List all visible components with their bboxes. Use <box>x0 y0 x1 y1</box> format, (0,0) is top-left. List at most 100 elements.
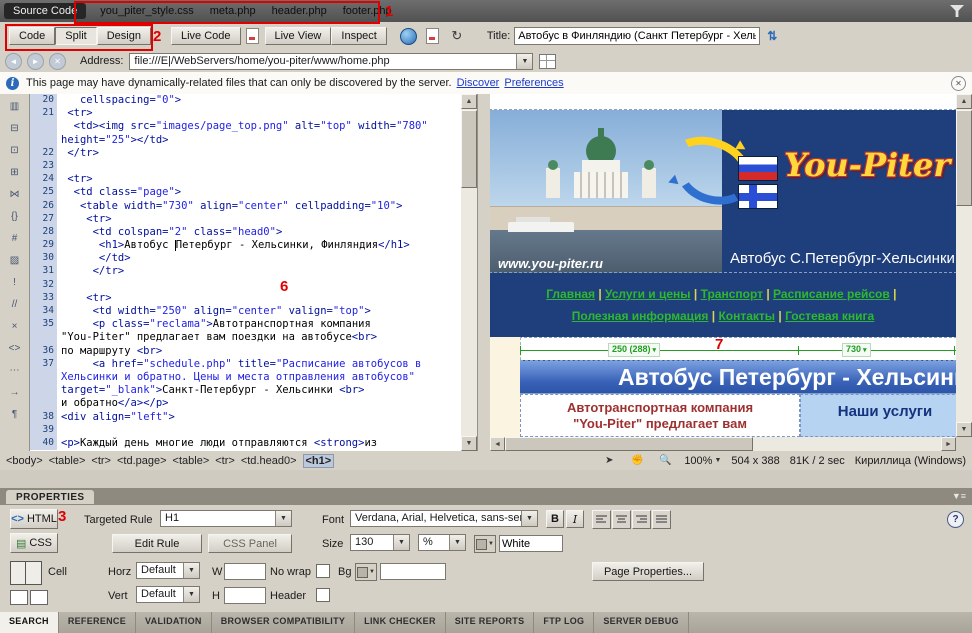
tag-selector-item[interactable]: <table> <box>49 455 86 467</box>
cell-height-input[interactable] <box>224 587 266 604</box>
live-view-options-icon[interactable] <box>539 54 556 69</box>
results-tab-server-debug[interactable]: SERVER DEBUG <box>594 612 688 633</box>
code-line[interactable]: 28 <td colspan="2" class="head0"> <box>30 226 461 239</box>
zoom-level-dropdown[interactable]: 100% ▼ <box>684 455 721 467</box>
code-line[interactable]: 21 <tr> <box>30 107 461 120</box>
recent-snippets-icon[interactable]: ⋯ <box>5 362 25 378</box>
live-view-button[interactable]: Live View <box>265 27 332 45</box>
remove-comment-icon[interactable]: × <box>5 318 25 334</box>
code-line[interactable]: 26 <table width="730" align="center" cel… <box>30 200 461 213</box>
dropdown-arrow-icon[interactable]: ▼ <box>183 563 199 578</box>
related-file-tab[interactable]: you_piter_style.css <box>100 5 194 17</box>
tag-selector-item[interactable]: <tr> <box>91 455 111 467</box>
design-view-button[interactable]: Design <box>97 27 151 45</box>
text-color-input[interactable] <box>499 535 563 552</box>
dropdown-arrow-icon[interactable]: ▼ <box>449 535 465 550</box>
italic-button[interactable]: I <box>566 510 584 528</box>
site-nav-link[interactable]: Гостевая книга <box>785 309 874 323</box>
dropdown-arrow-icon[interactable]: ▼ <box>393 535 409 550</box>
code-line[interactable]: 32 <box>30 279 461 292</box>
code-vertical-scrollbar[interactable]: ▲ ▼ <box>461 94 477 451</box>
tag-selector-item[interactable]: <h1> <box>303 454 335 468</box>
forward-icon[interactable]: ► <box>27 53 44 70</box>
code-line[interactable]: height="25"></td> <box>30 134 461 147</box>
related-file-tab[interactable]: footer.php <box>343 5 392 17</box>
scroll-down-icon[interactable]: ▼ <box>461 436 477 451</box>
results-tab-site-reports[interactable]: SITE REPORTS <box>446 612 535 633</box>
validate-markup-icon[interactable] <box>424 27 442 45</box>
close-info-bar-icon[interactable]: ✕ <box>951 76 966 91</box>
site-nav-link[interactable]: Главная <box>546 287 595 301</box>
code-line[interactable]: "You-Piter" предлагает вам поездки на ав… <box>30 331 461 344</box>
site-h1-banner[interactable]: Автобус Петербург - Хельсинки <box>520 360 956 394</box>
align-left-icon[interactable] <box>592 510 611 529</box>
css-mode-button[interactable]: ▤ CSS <box>10 533 58 553</box>
promo-cell[interactable]: Автотранспортная компания "You-Piter" пр… <box>520 394 800 437</box>
code-line[interactable]: и обратно</a></p> <box>30 397 461 410</box>
back-icon[interactable]: ◄ <box>5 53 22 70</box>
address-combobox[interactable]: file:///E|/WebServers/home/you-piter/www… <box>129 53 533 70</box>
hand-tool-icon[interactable]: ✊ <box>628 452 646 469</box>
dropdown-arrow-icon[interactable]: ▼ <box>521 511 537 526</box>
tag-selector-item[interactable]: <body> <box>6 455 43 467</box>
design-hscrollbar-thumb[interactable] <box>505 437 753 451</box>
tag-selector-item[interactable]: <td.head0> <box>241 455 297 467</box>
collapse-selection-icon[interactable]: ⊡ <box>5 142 25 158</box>
dropdown-arrow-icon[interactable]: ▼ <box>275 511 291 526</box>
split-cell-icon[interactable] <box>30 590 48 605</box>
results-tab-validation[interactable]: VALIDATION <box>136 612 212 633</box>
inspect-button[interactable]: Inspect <box>331 27 386 45</box>
font-dropdown[interactable]: Verdana, Arial, Helvetica, sans-serif ▼ <box>350 510 538 527</box>
bold-button[interactable]: B <box>546 510 564 528</box>
page-properties-button[interactable]: Page Properties... <box>592 562 704 581</box>
live-code-button[interactable]: Live Code <box>171 27 241 45</box>
line-numbers-icon[interactable]: # <box>5 230 25 246</box>
code-line[interactable]: 38<div align="left"> <box>30 411 461 424</box>
preferences-link[interactable]: Preferences <box>504 77 563 89</box>
window-size-value[interactable]: 504 x 388 <box>731 455 779 467</box>
code-line[interactable]: Хельсинки и обратно. Цены и места отправ… <box>30 371 461 384</box>
column-width-menu[interactable]: 250 (288) <box>608 343 660 357</box>
related-file-tab[interactable]: header.php <box>272 5 327 17</box>
balance-braces-icon[interactable]: {} <box>5 208 25 224</box>
code-line[interactable]: 29 <h1>Автобус Петербург - Хельсинки, Фи… <box>30 239 461 252</box>
site-nav-link[interactable]: Транспорт <box>701 287 763 301</box>
open-documents-icon[interactable]: ▥ <box>5 98 25 114</box>
css-panel-button[interactable]: CSS Panel <box>208 534 292 553</box>
size-dropdown[interactable]: 130 ▼ <box>350 534 410 551</box>
code-line[interactable]: 23 <box>30 160 461 173</box>
code-lines[interactable]: 20 cellspacing="0">21 <tr> <td><img src=… <box>30 94 461 450</box>
split-view-button[interactable]: Split <box>55 27 96 45</box>
results-tab-ftp-log[interactable]: FTP LOG <box>534 612 594 633</box>
tag-selector-item[interactable]: <tr> <box>215 455 235 467</box>
code-line[interactable]: 25 <td class="page"> <box>30 186 461 199</box>
zoom-tool-icon[interactable]: 🔍 <box>656 452 674 469</box>
code-line[interactable]: 36по маршруту <br> <box>30 345 461 358</box>
align-justify-icon[interactable] <box>652 510 671 529</box>
format-source-code-icon[interactable]: ¶ <box>5 406 25 422</box>
code-line[interactable]: 39 <box>30 424 461 437</box>
highlight-invalid-code-icon[interactable]: ▨ <box>5 252 25 268</box>
services-cell[interactable]: Наши услуги <box>800 394 956 437</box>
refresh-design-view-icon[interactable]: ↻ <box>448 27 466 45</box>
help-icon[interactable]: ? <box>947 511 964 528</box>
align-right-icon[interactable] <box>632 510 651 529</box>
design-vertical-scrollbar[interactable]: ▲ ▼ <box>956 94 972 437</box>
page-title-input[interactable] <box>514 27 760 45</box>
indent-code-icon[interactable]: → <box>5 384 25 400</box>
code-line[interactable]: 37 <a href="schedule.php" title="Расписа… <box>30 358 461 371</box>
html-mode-button[interactable]: <> HTML <box>10 509 58 529</box>
design-scrollbar-thumb[interactable] <box>956 110 972 206</box>
code-line[interactable]: 22 </tr> <box>30 147 461 160</box>
code-line[interactable]: 27 <tr> <box>30 213 461 226</box>
dropdown-arrow-icon[interactable]: ▼ <box>183 587 199 602</box>
site-nav-link[interactable]: Контакты <box>718 309 775 323</box>
tag-selector-item[interactable]: <table> <box>173 455 210 467</box>
code-line[interactable]: 40<p>Каждый день многие люди отправляютс… <box>30 437 461 450</box>
source-code-tab[interactable]: Source Code <box>4 3 86 19</box>
preview-in-browser-icon[interactable] <box>400 27 418 45</box>
cell-width-input[interactable] <box>224 563 266 580</box>
code-scrollbar-thumb[interactable] <box>461 110 477 188</box>
align-center-icon[interactable] <box>612 510 631 529</box>
syntax-error-alerts-icon[interactable]: ! <box>5 274 25 290</box>
